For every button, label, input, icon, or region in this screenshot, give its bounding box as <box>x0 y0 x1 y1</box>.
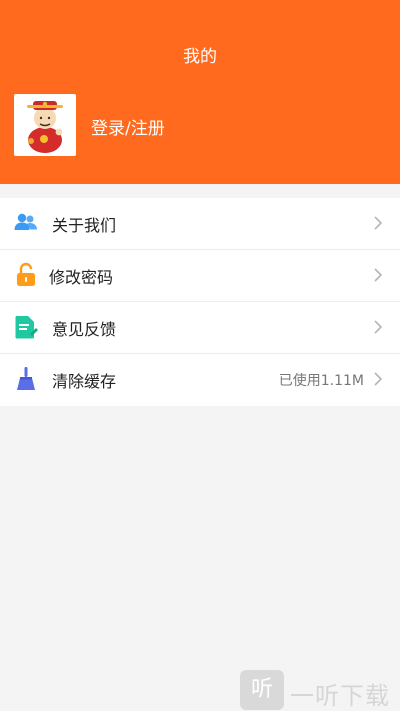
chevron-right-icon <box>374 372 383 386</box>
menu-item-feedback[interactable]: 意见反馈 <box>0 302 400 354</box>
page-title: 我的 <box>183 47 217 67</box>
menu-item-label: 意见反馈 <box>52 320 117 339</box>
watermark-logo: 听 <box>240 670 284 710</box>
menu-item-clear-cache[interactable]: 清除缓存 已使用1.11M <box>0 354 400 406</box>
avatar-image <box>14 94 76 156</box>
menu-item-label: 清除缓存 <box>52 372 117 391</box>
users-icon <box>14 213 37 230</box>
menu-item-change-password[interactable]: 修改密码 <box>0 250 400 302</box>
broom-icon <box>17 367 35 390</box>
menu-item-label: 关于我们 <box>52 216 117 235</box>
watermark: 听 一听下载 <box>240 670 400 710</box>
watermark-text: 一听下载 <box>290 682 390 710</box>
login-register-link[interactable]: 登录/注册 <box>91 114 165 139</box>
feedback-doc-icon <box>15 316 38 339</box>
avatar[interactable] <box>14 94 76 156</box>
settings-menu: 关于我们 修改密码 意见反馈 清除缓存 已使用1.11M <box>0 198 400 406</box>
profile-header: 我的 登录/注册 <box>0 0 400 184</box>
section-spacer <box>0 184 400 198</box>
menu-item-label: 修改密码 <box>49 268 114 287</box>
chevron-right-icon <box>374 216 383 230</box>
chevron-right-icon <box>374 268 383 282</box>
chevron-right-icon <box>374 320 383 334</box>
cache-size-value: 已使用1.11M <box>278 373 364 389</box>
menu-item-about[interactable]: 关于我们 <box>0 198 400 250</box>
unlock-icon <box>17 262 35 286</box>
